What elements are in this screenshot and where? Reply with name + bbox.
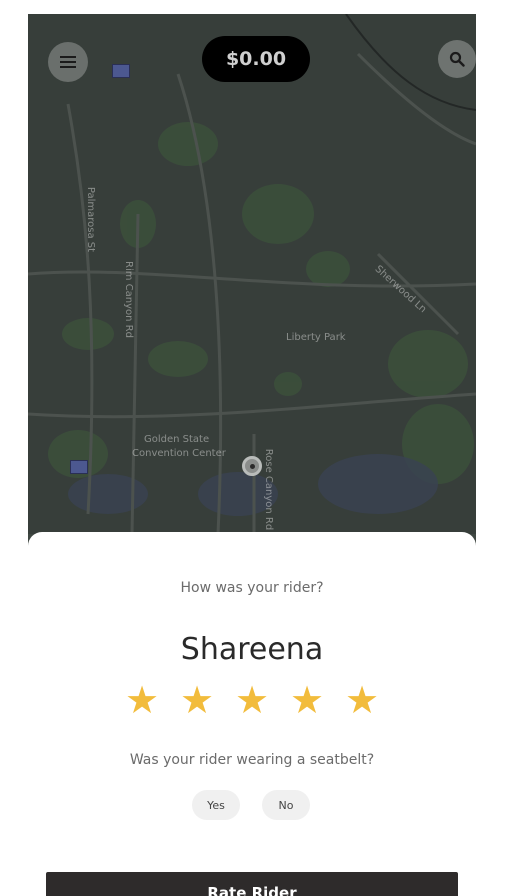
rate-rider-label: Rate Rider — [207, 884, 297, 896]
menu-button[interactable] — [48, 42, 88, 82]
hamburger-icon — [60, 56, 76, 68]
map-marker-icon — [70, 460, 88, 474]
map-marker-icon — [112, 64, 130, 78]
seatbelt-yes-button[interactable]: Yes — [192, 790, 240, 820]
map-street-label: Liberty Park — [286, 332, 346, 343]
map-street-label: Palmarosa St — [85, 186, 97, 253]
seatbelt-question: Was your rider wearing a seatbelt? — [129, 752, 375, 768]
search-icon — [449, 51, 465, 67]
star-3-icon[interactable]: ★ — [230, 678, 274, 722]
map-street-label: Rose Canyon Rd — [263, 448, 275, 531]
seatbelt-no-label: No — [278, 798, 294, 812]
search-button[interactable] — [438, 40, 476, 78]
rate-rider-button[interactable]: Rate Rider — [46, 872, 458, 896]
map-poi-label: Golden State — [144, 434, 210, 445]
rating-prompt: How was your rider? — [180, 580, 324, 596]
star-4-icon[interactable]: ★ — [285, 678, 329, 722]
rider-name: Shareena — [180, 632, 324, 667]
seatbelt-yes-label: Yes — [207, 798, 225, 812]
rating-sheet: How was your rider? Shareena ★ ★ ★ ★ ★ W… — [28, 532, 476, 896]
phone-screen: Palmarosa St Rim Canyon Rd Rose Canyon R… — [28, 14, 476, 896]
earnings-amount: $0.00 — [225, 48, 287, 70]
earnings-button[interactable]: $0.00 — [202, 36, 310, 82]
star-1-icon[interactable]: ★ — [120, 678, 164, 722]
star-2-icon[interactable]: ★ — [175, 678, 219, 722]
star-rating: ★ ★ ★ ★ ★ — [120, 678, 384, 722]
star-5-icon[interactable]: ★ — [340, 678, 384, 722]
map-view[interactable]: Palmarosa St Rim Canyon Rd Rose Canyon R… — [28, 14, 476, 534]
map-street-label: Rim Canyon Rd — [122, 261, 134, 338]
map-poi-label: Convention Center — [132, 448, 226, 459]
seatbelt-no-button[interactable]: No — [262, 790, 310, 820]
current-location-icon — [242, 456, 262, 476]
